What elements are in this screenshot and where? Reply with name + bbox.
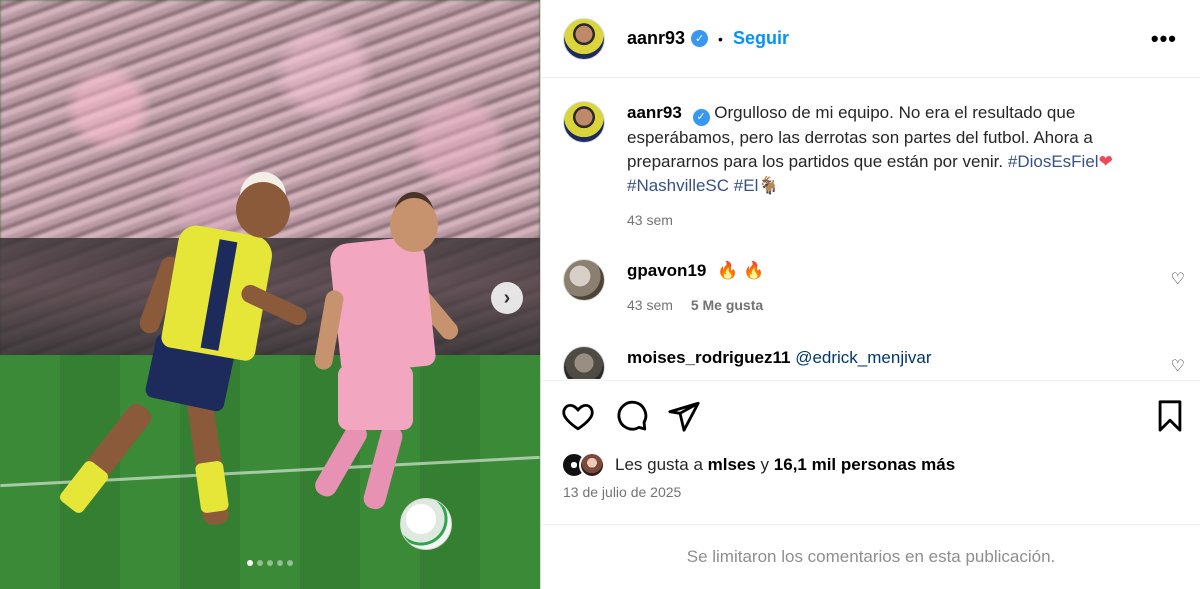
- carousel-dot: [277, 560, 283, 566]
- comment-time[interactable]: 43 sem: [627, 297, 673, 313]
- heart-emoji: ❤: [1098, 151, 1113, 171]
- carousel-dot: [267, 560, 273, 566]
- bookmark-icon[interactable]: [1153, 399, 1187, 433]
- comments-list[interactable]: aanr93 ✓ Orgulloso de mi equipo. No era …: [541, 79, 1200, 379]
- mention-link[interactable]: @edrick_menjivar: [795, 348, 931, 367]
- carousel-dot: [247, 560, 253, 566]
- likes-connector: y: [755, 455, 774, 474]
- post-details-panel: aanr93 ✓ • Seguir ••• aanr93 ✓ Orgulloso…: [540, 0, 1200, 589]
- carousel-indicator: [0, 560, 540, 566]
- player-pink-jersey: [328, 235, 437, 375]
- verified-badge-icon: ✓: [692, 108, 710, 126]
- hashtag-link[interactable]: #DiosEsFiel: [1008, 152, 1099, 171]
- comment-username[interactable]: gpavon19: [627, 261, 706, 280]
- avatar[interactable]: [563, 259, 605, 301]
- author-username[interactable]: aanr93: [627, 28, 685, 49]
- caption: aanr93 ✓ Orgulloso de mi equipo. No era …: [563, 101, 1167, 232]
- goat-emoji: 🐐: [758, 175, 780, 195]
- likes-text: Les gusta a mlses y 16,1 mil personas má…: [615, 455, 955, 475]
- comment-likes[interactable]: 5 Me gusta: [691, 297, 763, 313]
- separator-dot: •: [718, 30, 723, 47]
- likes-prefix: Les gusta a: [615, 455, 708, 474]
- player-pink-head: [390, 198, 438, 252]
- player-pink-shorts: [338, 365, 413, 430]
- heart-icon[interactable]: [561, 399, 595, 433]
- carousel-dot: [257, 560, 263, 566]
- likes-summary[interactable]: Les gusta a mlses y 16,1 mil personas má…: [561, 452, 955, 478]
- liker-avatar: [579, 452, 605, 478]
- verified-badge-icon: ✓: [691, 30, 709, 47]
- carousel-next-button[interactable]: ›: [491, 282, 523, 314]
- avatar[interactable]: [563, 17, 605, 60]
- comment-bubble-icon[interactable]: [615, 399, 649, 433]
- likes-others[interactable]: 16,1 mil personas más: [774, 455, 955, 474]
- caption-meta: 43 sem: [627, 208, 1167, 232]
- comment-text: 🔥 🔥: [717, 261, 765, 280]
- chevron-right-icon: ›: [503, 286, 511, 309]
- carousel-dot: [287, 560, 293, 566]
- post-photo[interactable]: ›: [0, 0, 540, 589]
- comment-like-icon[interactable]: ♡: [1171, 356, 1185, 376]
- post-header: aanr93 ✓ • Seguir •••: [541, 0, 1200, 78]
- hashtag-link[interactable]: #NashvilleSC: [627, 176, 729, 195]
- comment-meta: 43 sem 5 Me gusta: [627, 293, 1167, 317]
- comment-username[interactable]: moises_rodriguez11: [627, 348, 790, 367]
- more-options-icon[interactable]: •••: [1151, 26, 1177, 52]
- comment-like-icon[interactable]: ♡: [1171, 269, 1185, 289]
- hashtag-link[interactable]: #El: [734, 176, 759, 195]
- action-bar: [541, 380, 1200, 450]
- paper-plane-icon[interactable]: [667, 399, 701, 433]
- caption-username[interactable]: aanr93: [627, 103, 682, 122]
- comments-limited-notice: Se limitaron los comentarios en esta pub…: [541, 524, 1200, 589]
- soccer-ball: [400, 498, 452, 550]
- liker-username[interactable]: mlses: [708, 455, 756, 474]
- avatar[interactable]: [563, 101, 605, 143]
- post-date[interactable]: 13 de julio de 2025: [563, 484, 681, 500]
- comment-item: gpavon19 🔥 🔥 43 sem 5 Me gusta: [563, 259, 1167, 317]
- follow-button[interactable]: Seguir: [733, 28, 789, 49]
- caption-time[interactable]: 43 sem: [627, 212, 673, 228]
- comment-item: moises_rodriguez11 @edrick_menjivar: [563, 346, 1167, 379]
- avatar[interactable]: [563, 346, 605, 379]
- player-yellow-head: [236, 182, 290, 238]
